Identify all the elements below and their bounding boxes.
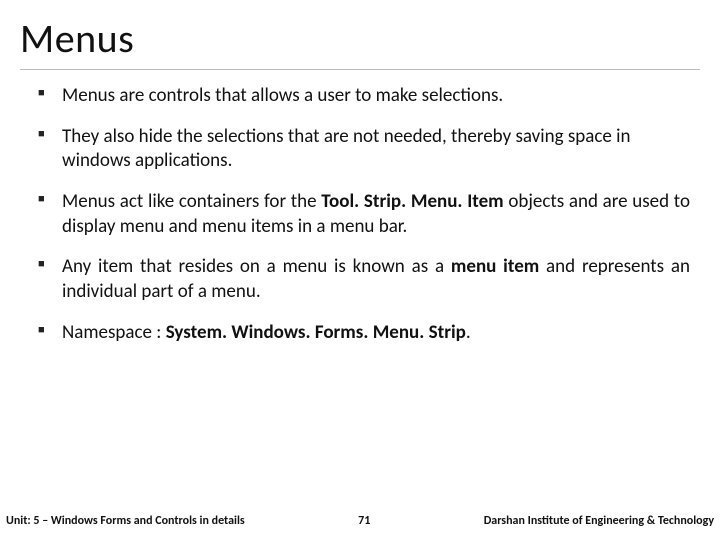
bullet-text-pre: Namespace : bbox=[62, 321, 166, 344]
slide-title: Menus bbox=[20, 14, 700, 70]
footer-page-number: 71 bbox=[329, 514, 399, 528]
list-item: Menus act like containers for the Tool. … bbox=[38, 190, 690, 239]
bullet-text-post: . bbox=[466, 321, 471, 344]
list-item: They also hide the selections that are n… bbox=[38, 125, 690, 174]
bullet-text-bold: Tool. Strip. Menu. Item bbox=[321, 190, 503, 213]
bullet-text-pre: Any item that resides on a menu is known… bbox=[62, 255, 451, 278]
list-item: Namespace : System. Windows. Forms. Menu… bbox=[38, 321, 690, 346]
bullet-text: They also hide the selections that are n… bbox=[62, 125, 631, 173]
list-item: Menus are controls that allows a user to… bbox=[38, 84, 690, 109]
bullet-text-bold: System. Windows. Forms. Menu. Strip bbox=[166, 321, 466, 344]
bullet-text-pre: Menus act like containers for the bbox=[62, 190, 321, 213]
bullet-list: Menus are controls that allows a user to… bbox=[20, 84, 700, 346]
bullet-text-bold: menu item bbox=[451, 255, 539, 278]
footer-unit: Unit: 5 – Windows Forms and Controls in … bbox=[6, 514, 329, 528]
footer-organization: Darshan Institute of Engineering & Techn… bbox=[399, 514, 714, 528]
list-item: Any item that resides on a menu is known… bbox=[38, 255, 690, 304]
footer: Unit: 5 – Windows Forms and Controls in … bbox=[0, 514, 720, 528]
slide: Menus Menus are controls that allows a u… bbox=[0, 0, 720, 540]
bullet-text: Menus are controls that allows a user to… bbox=[62, 84, 503, 107]
